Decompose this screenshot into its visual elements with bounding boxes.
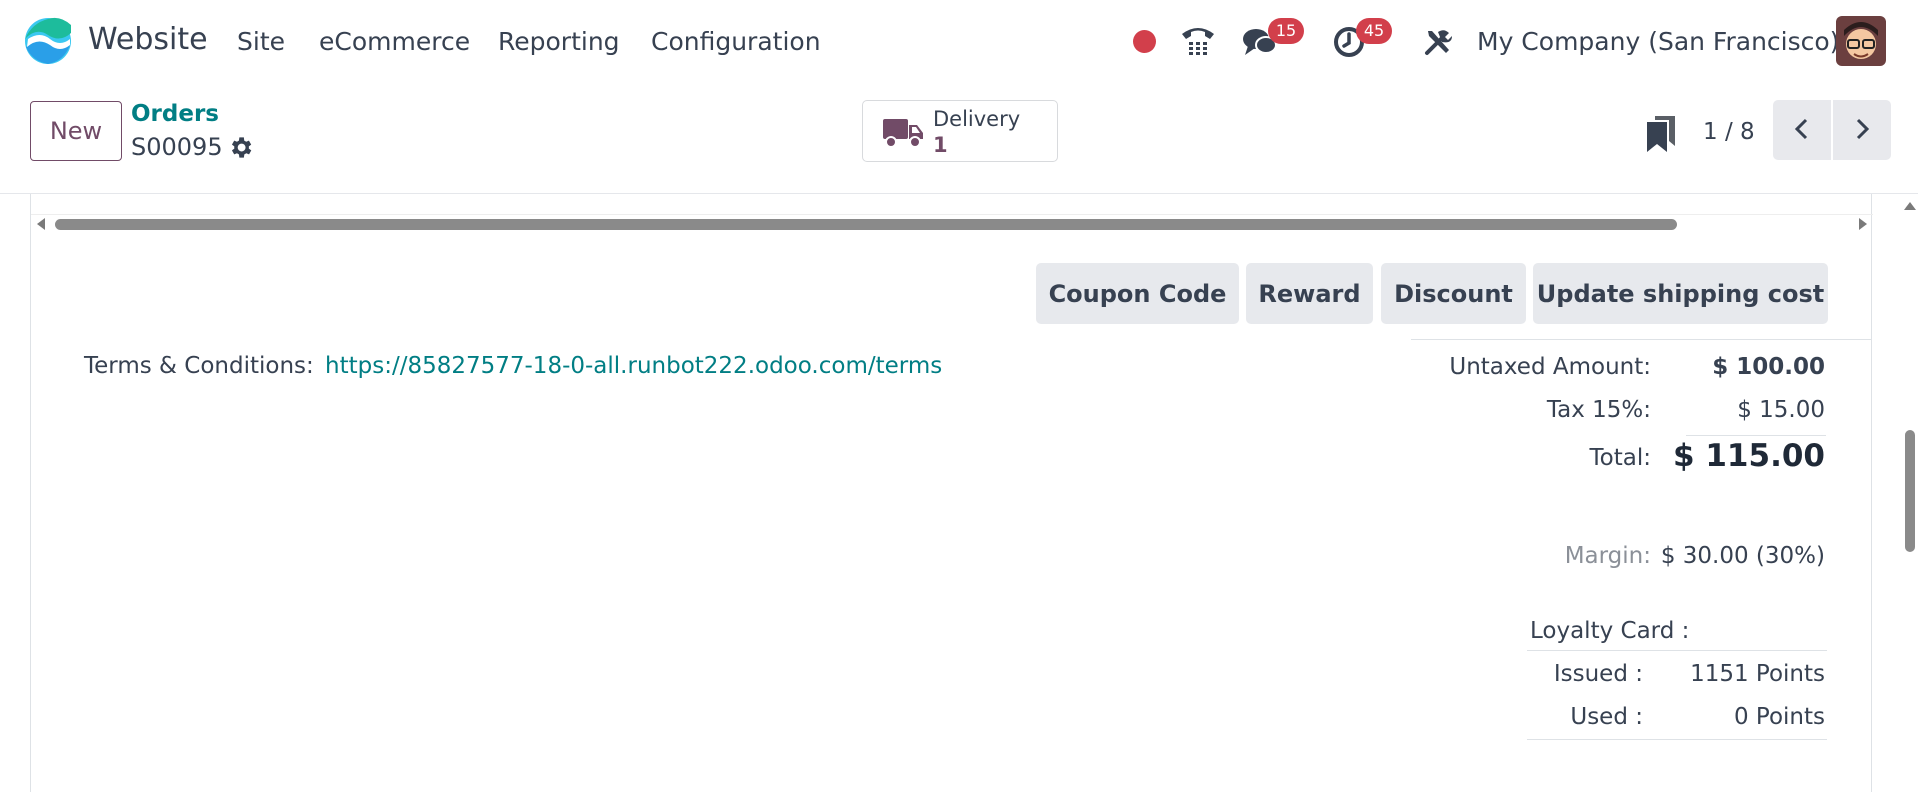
issued-points: 1151 Points bbox=[1690, 661, 1825, 687]
update-shipping-cost-button[interactable]: Update shipping cost bbox=[1533, 263, 1828, 324]
total-divider bbox=[1686, 435, 1826, 436]
issued-label: Issued : bbox=[1553, 661, 1643, 687]
used-label: Used : bbox=[1570, 704, 1643, 730]
form-content: Coupon Code Reward Discount Update shipp… bbox=[0, 194, 1918, 792]
totals-divider bbox=[1411, 339, 1871, 340]
scroll-up-arrow-icon[interactable] bbox=[1904, 202, 1916, 210]
margin-value: $ 30.00 (30%) bbox=[1660, 543, 1825, 569]
tax-value: $ 15.00 bbox=[1737, 397, 1825, 423]
terms-label: Terms & Conditions: bbox=[84, 353, 314, 379]
total-label: Total: bbox=[1589, 445, 1651, 471]
smart-button-count: 1 bbox=[933, 133, 948, 157]
menu-configuration[interactable]: Configuration bbox=[651, 27, 821, 56]
odoo-website-logo-icon[interactable] bbox=[24, 17, 72, 65]
avatar-image-icon bbox=[1836, 16, 1886, 66]
coupon-code-button[interactable]: Coupon Code bbox=[1036, 263, 1239, 324]
gear-icon[interactable] bbox=[227, 134, 254, 161]
phone-icon[interactable] bbox=[1180, 24, 1216, 58]
chevron-right-icon bbox=[1856, 118, 1870, 139]
app-name[interactable]: Website bbox=[88, 22, 208, 57]
tools-icon[interactable] bbox=[1424, 28, 1452, 56]
untaxed-amount-value: $ 100.00 bbox=[1712, 354, 1825, 380]
loyalty-card-title: Loyalty Card : bbox=[1530, 618, 1690, 644]
vertical-scrollbar[interactable] bbox=[1900, 194, 1918, 792]
control-panel: New Orders S00095 Delivery 1 1 / 8 bbox=[0, 84, 1918, 194]
recording-indicator-icon[interactable] bbox=[1133, 30, 1156, 53]
horizontal-scrollbar-thumb[interactable] bbox=[55, 219, 1677, 230]
new-button[interactable]: New bbox=[30, 101, 122, 161]
terms-link[interactable]: https://85827577-18-0-all.runbot222.odoo… bbox=[325, 353, 942, 379]
scroll-right-arrow-icon[interactable] bbox=[1859, 218, 1867, 230]
form-sheet: Coupon Code Reward Discount Update shipp… bbox=[30, 194, 1873, 792]
delivery-smart-button[interactable]: Delivery 1 bbox=[862, 100, 1058, 162]
reward-button[interactable]: Reward bbox=[1246, 263, 1373, 324]
activities-badge: 45 bbox=[1356, 18, 1392, 44]
user-avatar[interactable] bbox=[1836, 16, 1886, 66]
untaxed-amount-label: Untaxed Amount: bbox=[1449, 354, 1651, 380]
menu-ecommerce[interactable]: eCommerce bbox=[319, 27, 470, 56]
messages-badge: 15 bbox=[1268, 18, 1304, 44]
menu-site[interactable]: Site bbox=[237, 27, 285, 56]
scroll-left-arrow-icon[interactable] bbox=[37, 218, 45, 230]
chevron-left-icon bbox=[1794, 118, 1808, 139]
breadcrumb-orders[interactable]: Orders bbox=[131, 101, 219, 127]
margin-label: Margin: bbox=[1564, 543, 1651, 569]
total-value: $ 115.00 bbox=[1673, 438, 1825, 474]
top-navbar: Website Site eCommerce Reporting Configu… bbox=[0, 0, 1918, 84]
used-points: 0 Points bbox=[1733, 704, 1825, 730]
loyalty-divider-bottom bbox=[1527, 739, 1827, 740]
loyalty-divider-top bbox=[1527, 650, 1827, 651]
menu-reporting[interactable]: Reporting bbox=[498, 27, 620, 56]
breadcrumb-current-record: S00095 bbox=[131, 133, 223, 161]
pager-value[interactable]: 1 / 8 bbox=[1703, 119, 1755, 145]
tax-label: Tax 15%: bbox=[1546, 397, 1651, 423]
pager-previous-button[interactable] bbox=[1773, 100, 1831, 160]
pager-next-button[interactable] bbox=[1833, 100, 1891, 160]
company-switcher[interactable]: My Company (San Francisco) bbox=[1477, 27, 1839, 56]
truck-icon bbox=[883, 119, 923, 148]
discount-button[interactable]: Discount bbox=[1381, 263, 1526, 324]
bookmark-icon[interactable] bbox=[1647, 116, 1675, 152]
vertical-scrollbar-thumb[interactable] bbox=[1905, 430, 1915, 552]
smart-button-label: Delivery bbox=[933, 107, 1021, 131]
